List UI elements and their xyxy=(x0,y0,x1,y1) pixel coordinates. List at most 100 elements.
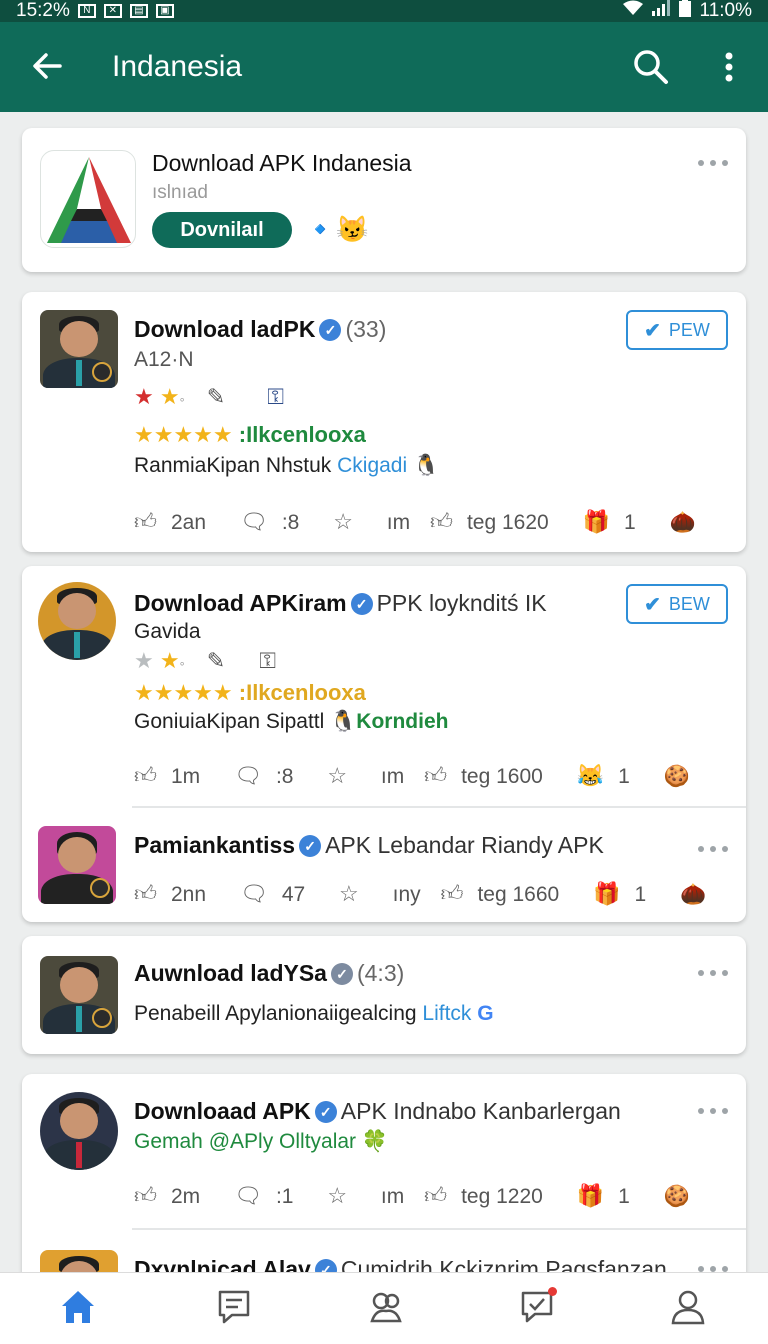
post-link[interactable]: Korndieh xyxy=(356,710,448,733)
post-body: GoniuiaKipan Sipattl 🐧Korndieh xyxy=(134,710,449,733)
gift-button[interactable]: 🎁 1 xyxy=(583,509,650,534)
more-options-icon[interactable] xyxy=(696,966,730,980)
key-icon: ⚿ xyxy=(259,648,276,673)
notification-image-icon: ▣ xyxy=(155,4,174,18)
penguin-emoji-icon: 🐧 xyxy=(330,710,357,733)
gift-icon: 🎁 xyxy=(593,881,621,906)
back-arrow-icon[interactable] xyxy=(30,49,64,83)
page-title: Indanesia xyxy=(112,50,243,83)
check-icon: ✔ xyxy=(644,319,661,342)
notifications-icon[interactable] xyxy=(518,1287,558,1327)
gift-button[interactable]: 🎁 1 xyxy=(576,1183,644,1208)
comment-button[interactable]: 🗨︎:8 xyxy=(234,763,307,788)
community-icon[interactable] xyxy=(366,1287,406,1327)
more-options-icon[interactable] xyxy=(696,842,730,856)
mini-rating-row: ★ ★◦ ✎ ⚿ xyxy=(134,384,284,409)
thumbs-up-outline-icon: 👍︎ xyxy=(429,509,453,534)
post-meta: Cumidrih Kckiznrim Pagsfanzan xyxy=(340,1256,667,1272)
avatar xyxy=(40,310,118,388)
thumbs-up-outline-icon: 👍︎ xyxy=(424,763,448,788)
follow-button[interactable]: ✔ BEW xyxy=(626,584,728,624)
comment-button[interactable]: 🗨︎:1 xyxy=(234,1183,307,1208)
wifi-icon xyxy=(622,0,644,22)
comment-button[interactable]: 🗨︎:8 xyxy=(239,509,313,534)
profile-icon[interactable] xyxy=(668,1287,708,1327)
post-subtitle: Gavida xyxy=(134,620,201,643)
favorite-button[interactable]: ☆ xyxy=(327,763,361,788)
thumbs-up-icon: 👍︎ xyxy=(134,881,157,906)
action-bar: 👍︎ 2an 🗨︎:8 ☆ ım 👍︎ teg 1620 🎁 1 🌰 xyxy=(134,508,710,535)
divider xyxy=(132,806,746,808)
more-options-icon[interactable] xyxy=(696,156,730,170)
post-card[interactable]: Downloaad APK ✓ APK Indnabo Kanbarlergan G… xyxy=(22,1074,746,1272)
verified-icon: ✓ xyxy=(319,319,342,341)
messages-icon[interactable] xyxy=(214,1287,254,1327)
edit-icon: ✎ xyxy=(206,648,226,673)
post-header: Download ladPK ✓ (33) xyxy=(134,316,386,343)
status-bar: 15:2% N ✕ ▤ ▣ 11:0% xyxy=(0,0,768,22)
post-subtitle: A12·N xyxy=(134,348,194,371)
favorite-button[interactable]: ☆ xyxy=(339,881,373,906)
avatar xyxy=(38,826,116,904)
star-icon: ☆ xyxy=(333,509,353,534)
follow-button[interactable]: ✔ PEW xyxy=(626,310,728,350)
favorite-button[interactable]: ☆ xyxy=(327,1183,361,1208)
more-options-icon[interactable] xyxy=(696,1104,730,1118)
post-meta: APK Indnabo Kanbarlergan xyxy=(340,1098,621,1124)
gift-icon: 🎁 xyxy=(576,1183,605,1208)
divider xyxy=(132,1228,746,1230)
avatar xyxy=(40,956,118,1034)
thumbs-up-icon: 👍︎ xyxy=(134,1183,157,1208)
action-bar: 👍︎ 2m 🗨︎:1 ☆ ım 👍︎ teg 1220 🎁 1 🍪 xyxy=(134,1182,704,1209)
views-count: ım xyxy=(386,511,411,534)
notification-n-icon: N xyxy=(77,4,96,18)
like-button[interactable]: 👍︎ 2nn xyxy=(134,881,220,906)
comment-button[interactable]: 🗨︎ 47 xyxy=(240,881,319,906)
rating-row: ★★★★★ :Ilkcenlooxa xyxy=(134,422,366,448)
verified-emoji-badge-icon: 🔹😼 xyxy=(304,214,369,244)
feed: Download APK Indanesia ıslnıad Dovnilaıl… xyxy=(0,112,768,1272)
check-icon: ✔ xyxy=(644,593,661,616)
more-vert-icon[interactable] xyxy=(718,50,740,84)
share-button[interactable]: 👍︎ teg 1600 xyxy=(424,763,557,788)
download-button[interactable]: Dovnilaıl xyxy=(152,212,292,248)
home-icon[interactable] xyxy=(58,1287,98,1327)
notification-badge xyxy=(548,1287,557,1296)
search-icon[interactable] xyxy=(632,48,670,86)
post-header: Downloaad APK ✓ APK Indnabo Kanbarlergan xyxy=(134,1098,621,1125)
post-subtitle: Gemah @APly Olltyalar 🍀 xyxy=(134,1130,389,1153)
post-link[interactable]: Ckigadi xyxy=(337,454,407,477)
post-body: RanmiaKipan Nhstuk Ckigadi 🐧 xyxy=(134,454,440,477)
five-stars-icon: ★★★★★ xyxy=(134,422,233,447)
post-card[interactable]: Download APKiram ✓ PPK loyknditś IK Gavida… xyxy=(22,566,746,922)
reaction-button[interactable]: 😹 1 xyxy=(577,763,644,788)
battery-icon xyxy=(678,0,692,23)
share-button[interactable]: 👍︎ teg 1660 xyxy=(440,881,573,906)
reaction-emoji-icon: 🌰 xyxy=(669,511,696,534)
verified-icon: ✓ xyxy=(350,593,373,615)
like-button[interactable]: 👍︎ 2m xyxy=(134,1183,214,1208)
rating-row: ★★★★★ :Ilkcenlooxa xyxy=(134,680,366,706)
star-icon: ☆ xyxy=(327,1183,348,1208)
app-bar: Indanesia xyxy=(0,22,768,112)
app-card[interactable]: Download APK Indanesia ıslnıad Dovnilaıl… xyxy=(22,128,746,272)
rating-text: :Ilkcenlooxa xyxy=(238,422,366,447)
status-time-right: 11:0% xyxy=(699,0,752,21)
post-card[interactable]: Download ladPK ✓ (33) A12·N ★ ★◦ ✎ ⚿ ★★★★★… xyxy=(22,292,746,552)
favorite-button[interactable]: ☆ xyxy=(333,509,367,534)
like-button[interactable]: 👍︎ 1m xyxy=(134,763,214,788)
post-author: Download ladPK xyxy=(134,316,316,342)
post-card[interactable]: Auwnload ladYSa ✓ (4:3) Penabeill Apylanio… xyxy=(22,936,746,1054)
key-icon: ⚿ xyxy=(267,384,284,409)
like-button[interactable]: 👍︎ 2an xyxy=(134,509,220,534)
more-options-icon[interactable] xyxy=(696,1262,730,1272)
mini-rating-row: ★ ★◦ ✎ ⚿ xyxy=(134,648,276,673)
five-stars-icon: ★★★★★ xyxy=(134,680,233,705)
thumbs-up-icon: 👍︎ xyxy=(134,763,157,788)
share-button[interactable]: 👍︎ teg 1620 xyxy=(429,509,563,534)
share-button[interactable]: 👍︎ teg 1220 xyxy=(424,1183,557,1208)
post-link[interactable]: Liftck xyxy=(422,1002,471,1025)
star-icon: ☆ xyxy=(327,763,348,788)
gift-button[interactable]: 🎁 1 xyxy=(593,881,660,906)
comment-icon: 🗨︎ xyxy=(239,509,268,534)
